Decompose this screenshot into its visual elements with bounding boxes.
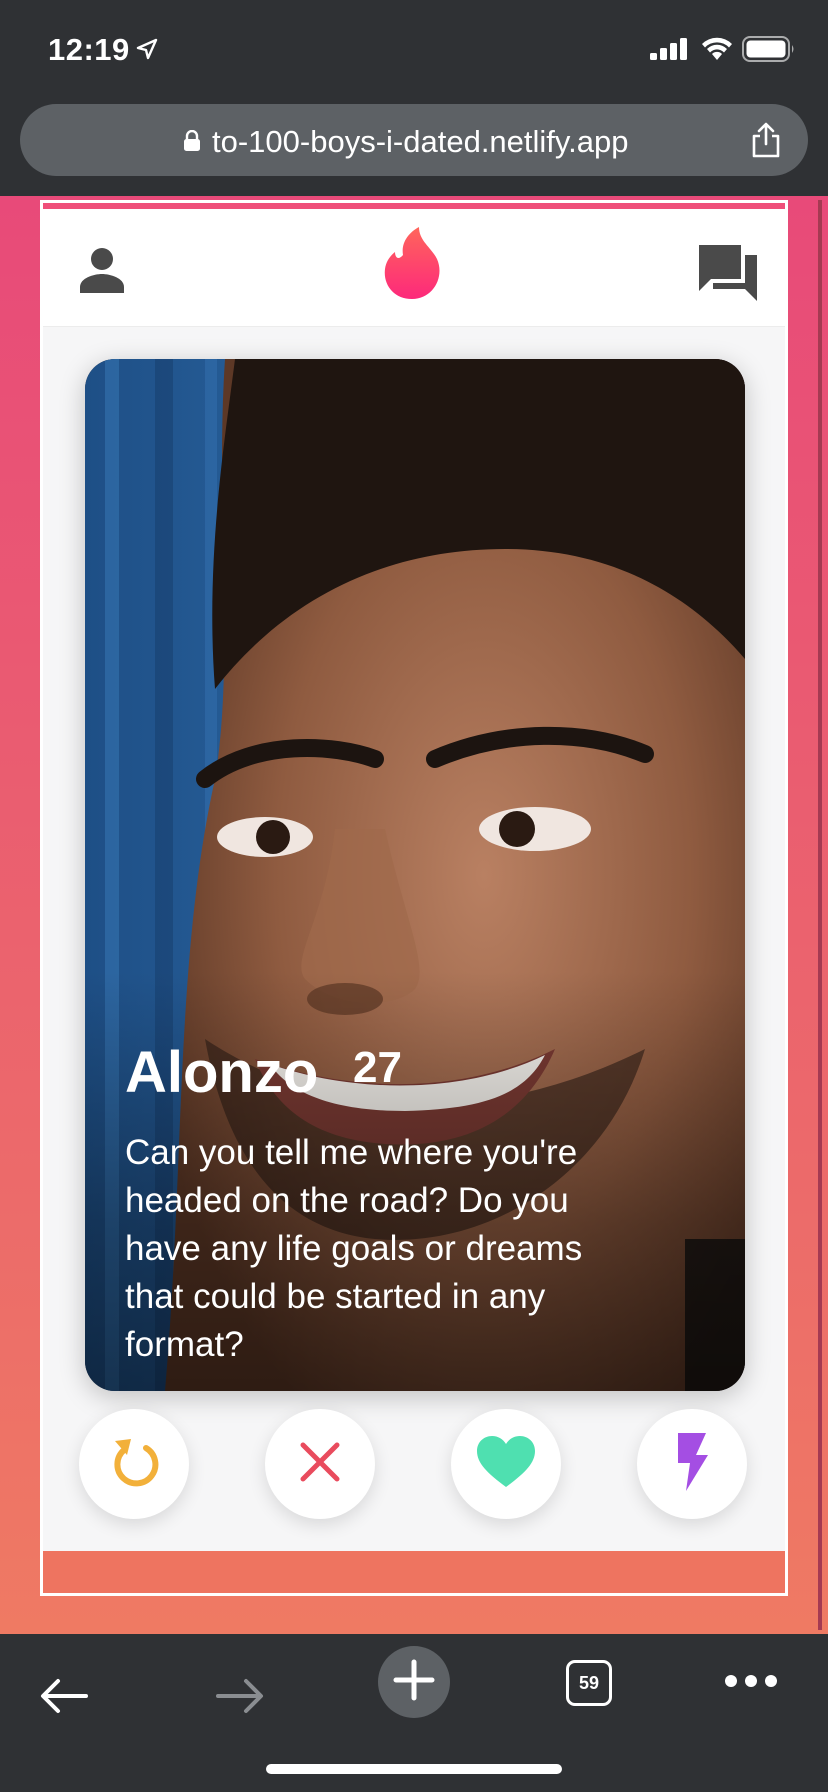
wifi-icon [700,36,734,67]
rewind-button[interactable] [79,1409,189,1519]
browser-toolbar: 59 [0,1634,828,1792]
profile-icon[interactable] [77,245,127,300]
status-time: 12:19 [48,32,130,67]
forward-arrow-icon[interactable] [214,1676,266,1721]
like-button[interactable] [451,1409,561,1519]
signal-icon [650,38,690,65]
new-tab-button[interactable] [378,1646,450,1718]
chat-icon[interactable] [697,243,759,308]
location-arrow-icon [136,38,158,65]
new-tab-plus-icon [392,1658,436,1707]
app-header [43,209,785,327]
lightning-icon [674,1431,710,1498]
action-bar [43,1409,785,1529]
home-indicator[interactable] [266,1764,562,1774]
status-bar: 12:19 [0,0,828,96]
rewind-icon [109,1435,159,1494]
profile-card[interactable]: Alonzo 27 Can you tell me where you're h… [85,359,745,1391]
browser-url-area: to-100-boys-i-dated.netlify.app [0,96,828,196]
more-icon[interactable] [724,1674,778,1693]
nope-button[interactable] [265,1409,375,1519]
boost-button[interactable] [637,1409,747,1519]
app-bottom-band [43,1551,785,1593]
address-bar[interactable]: to-100-boys-i-dated.netlify.app [20,104,808,176]
share-icon[interactable] [748,120,784,165]
flame-logo-icon[interactable] [381,225,445,306]
profile-bio: Can you tell me where you're headed on t… [125,1133,583,1364]
url-text[interactable]: to-100-boys-i-dated.netlify.app [212,124,628,160]
web-content: Alonzo 27 Can you tell me where you're h… [0,196,828,1634]
page-edge [818,200,822,1630]
app-frame: Alonzo 27 Can you tell me where you're h… [40,200,788,1596]
heart-icon [475,1435,537,1494]
battery-icon [742,36,796,67]
profile-name: Alonzo [125,1040,319,1105]
tab-count-button[interactable]: 59 [566,1660,612,1706]
lock-icon [183,129,201,157]
close-icon [299,1441,341,1488]
profile-age: 27 [353,1043,402,1092]
back-arrow-icon[interactable] [38,1676,90,1721]
